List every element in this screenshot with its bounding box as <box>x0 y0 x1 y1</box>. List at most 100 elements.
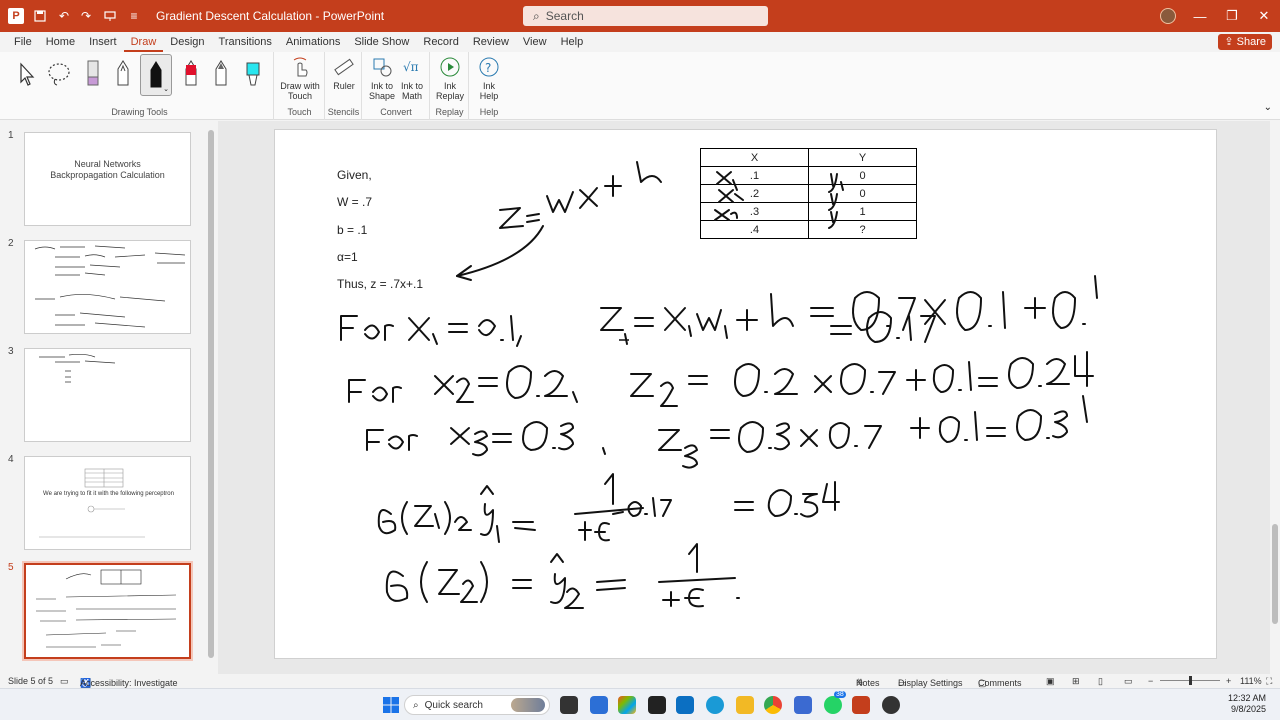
tab-draw[interactable]: Draw <box>123 32 164 52</box>
slide-thumbnail-1[interactable]: Neural Networks Backpropagation Calculat… <box>24 132 191 226</box>
slide-sorter-icon[interactable]: ⊞ <box>1072 676 1080 687</box>
redo-icon[interactable]: ↷ <box>78 8 94 24</box>
undo-icon[interactable]: ↶ <box>56 8 72 24</box>
slide-thumbnail-3[interactable] <box>24 348 191 442</box>
help-icon: ? <box>478 56 500 78</box>
thumbnail-ink-sketch <box>34 245 186 328</box>
slide-canvas[interactable]: Given, W = .7 b = .1 α=1 Thus, z = .7x+.… <box>274 129 1217 659</box>
close-button[interactable]: ✕ <box>1248 0 1280 32</box>
tab-transitions[interactable]: Transitions <box>212 32 279 52</box>
edge-icon[interactable] <box>706 696 724 714</box>
taskbar-search[interactable]: ⌕ Quick search <box>404 695 550 715</box>
slideshow-icon[interactable]: ▭ <box>1124 676 1133 687</box>
windows-taskbar: ⌕ Quick search 38 12:32 AM 9/8/2025 <box>0 688 1280 720</box>
slide-thumbnail-2[interactable] <box>24 240 191 334</box>
ink-replay-button[interactable]: Ink Replay <box>435 56 465 101</box>
save-icon[interactable] <box>32 8 48 24</box>
tab-file[interactable]: File <box>7 32 39 52</box>
slide-count: Slide 5 of 5 <box>8 676 54 686</box>
thumbnail-ink-sketch <box>36 569 177 648</box>
tab-slide-show[interactable]: Slide Show <box>347 32 416 52</box>
group-touch: Draw with Touch Touch <box>275 52 325 120</box>
snipping-tool-icon[interactable] <box>590 696 608 714</box>
svg-text:√π: √π <box>403 60 419 74</box>
system-clock[interactable]: 12:32 AM 9/8/2025 <box>1228 693 1266 715</box>
tab-review[interactable]: Review <box>466 32 516 52</box>
tab-insert[interactable]: Insert <box>82 32 124 52</box>
customize-qat-icon[interactable]: ≡ <box>126 8 142 24</box>
ruler-icon <box>333 56 355 78</box>
pen-tool-black[interactable]: ⌄ <box>140 54 172 96</box>
presenter-icon[interactable] <box>102 8 118 24</box>
thumbnail-scrollbar[interactable] <box>207 121 215 669</box>
ink-help-button[interactable]: ? Ink Help <box>474 56 504 101</box>
zoom-in-icon[interactable]: + <box>1226 676 1231 686</box>
windows-start-icon[interactable] <box>382 696 400 714</box>
search-icon: ⌕ <box>413 699 419 711</box>
group-convert: Ink to Shape √π Ink to Math Convert <box>363 52 430 120</box>
thumbnail-ink-sketch <box>39 353 116 383</box>
notepad-icon[interactable] <box>794 696 812 714</box>
highlighter-tool[interactable] <box>240 56 266 92</box>
minimize-button[interactable]: — <box>1184 0 1216 32</box>
tab-design[interactable]: Design <box>163 32 211 52</box>
tab-view[interactable]: View <box>516 32 554 52</box>
ribbon-tabs: File Home Insert Draw Design Transitions… <box>0 32 1280 52</box>
zoom-out-icon[interactable]: − <box>1148 676 1153 686</box>
chevron-down-icon: ⌄ <box>163 86 169 93</box>
ribbon: ⌄ Drawing Tools Draw with Touch Touch Ru… <box>0 52 1280 120</box>
group-drawing-tools: ⌄ Drawing Tools <box>6 52 274 120</box>
tab-record[interactable]: Record <box>416 32 465 52</box>
app-icon-dark[interactable] <box>648 696 666 714</box>
draw-with-touch-button[interactable]: Draw with Touch <box>279 56 321 101</box>
restore-button[interactable]: ❐ <box>1216 0 1248 32</box>
status-bar: Slide 5 of 5 ▭ ♿ Accessibility: Investig… <box>0 674 1280 688</box>
group-replay: Ink Replay Replay <box>431 52 469 120</box>
slide-thumbnail-panel: 1 Neural Networks Backpropagation Calcul… <box>0 121 218 674</box>
reading-view-icon[interactable]: ▯ <box>1098 676 1103 687</box>
avatar[interactable] <box>1160 8 1176 24</box>
lasso-select-tool[interactable] <box>46 56 72 92</box>
play-icon <box>439 56 461 78</box>
pen-tool-red[interactable] <box>178 56 204 92</box>
search-highlight-image <box>511 698 545 712</box>
ink-to-shape-button[interactable]: Ink to Shape <box>367 56 397 101</box>
ink-to-shape-icon <box>371 56 393 78</box>
tab-help[interactable]: Help <box>554 32 591 52</box>
mail-icon[interactable] <box>676 696 694 714</box>
pen-tool-outline[interactable] <box>110 56 136 92</box>
search-placeholder: Search <box>545 9 584 23</box>
zoom-slider-thumb[interactable] <box>1189 676 1192 685</box>
slide-thumbnail-5[interactable] <box>22 561 193 661</box>
zoom-level[interactable]: 111% <box>1240 676 1262 686</box>
slide-vertical-scrollbar[interactable] <box>1270 121 1280 674</box>
eraser-tool[interactable] <box>80 56 106 92</box>
task-view-icon[interactable] <box>560 696 578 714</box>
select-arrow-tool[interactable] <box>14 56 40 92</box>
slide-thumbnail-4[interactable]: We are trying to fit it with the followi… <box>24 456 191 550</box>
pencil-tool[interactable] <box>208 56 234 92</box>
share-button[interactable]: ⇪ Share <box>1218 34 1272 50</box>
fit-slide-icon[interactable]: ⛶ <box>1266 676 1272 687</box>
powerpoint-taskbar-icon[interactable] <box>852 696 870 714</box>
search-icon: ⌕ <box>533 8 540 23</box>
copilot-icon[interactable] <box>618 696 636 714</box>
whatsapp-icon[interactable]: 38 <box>824 691 846 714</box>
chrome-icon[interactable] <box>764 696 782 714</box>
app-logo: P <box>8 8 24 24</box>
normal-view-icon[interactable]: ▣ <box>1046 676 1055 687</box>
ink-to-math-button[interactable]: √π Ink to Math <box>397 56 427 101</box>
group-stencils: Ruler Stencils <box>326 52 362 120</box>
handwritten-ink-layer <box>340 161 1098 609</box>
title-bar: P ↶ ↷ ≡ Gradient Descent Calculation - P… <box>0 0 1280 32</box>
tab-home[interactable]: Home <box>39 32 82 52</box>
group-help: ? Ink Help Help <box>470 52 508 120</box>
search-box[interactable]: ⌕ Search <box>523 6 768 26</box>
app-icon-round[interactable] <box>882 696 900 714</box>
ruler-button[interactable]: Ruler <box>330 56 358 91</box>
collapse-ribbon-icon[interactable]: ⌄ <box>1264 102 1272 113</box>
ink-to-math-icon: √π <box>401 56 423 78</box>
file-explorer-icon[interactable] <box>736 696 754 714</box>
tab-animations[interactable]: Animations <box>279 32 347 52</box>
spellcheck-icon[interactable]: ▭ <box>60 676 69 687</box>
